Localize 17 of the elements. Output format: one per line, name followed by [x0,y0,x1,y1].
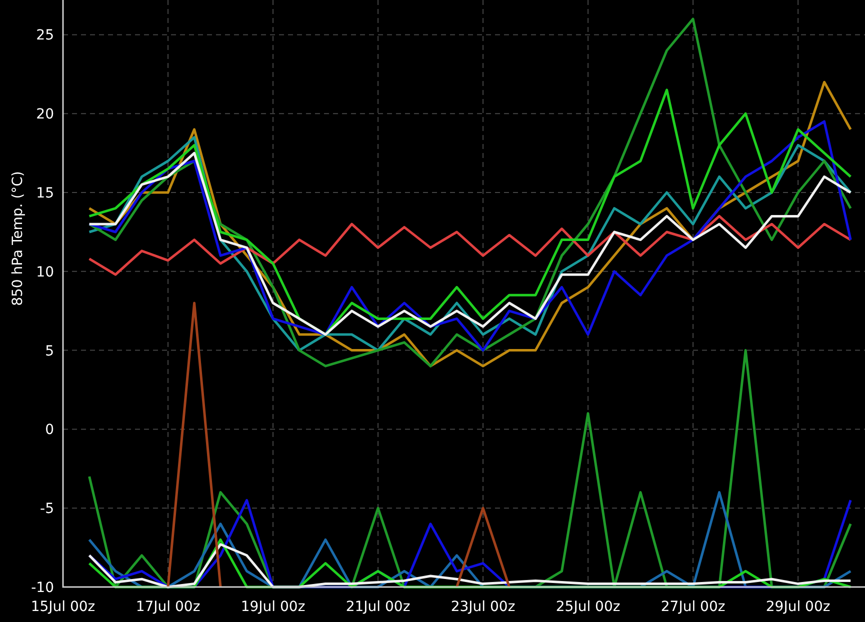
x-tick-label: 17Jul 00z [136,599,200,615]
y-tick-label: 20 [36,106,54,123]
x-tick-label: 15Jul 00z [30,599,96,615]
y-axis-label: 850 hPa Temp. (°C) [10,171,26,306]
y-tick-label: -5 [40,501,54,518]
x-tick-label: 27Jul 00z [660,599,726,615]
y-tick-label: 0 [45,422,54,438]
x-tick-label: 29Jul 00z [766,599,830,615]
y-tick-label: 15 [36,186,54,202]
y-tick-label: 10 [36,264,54,280]
y-tick-label: 5 [45,343,54,360]
y-tick-label: -10 [31,580,54,596]
x-tick-label: 19Jul 00z [240,599,306,615]
x-tick-label: 23Jul 00z [450,599,516,615]
x-tick-label: 21Jul 00z [346,599,410,615]
x-tick-label: 25Jul 00z [556,599,620,615]
y-tick-label: 25 [36,28,54,44]
